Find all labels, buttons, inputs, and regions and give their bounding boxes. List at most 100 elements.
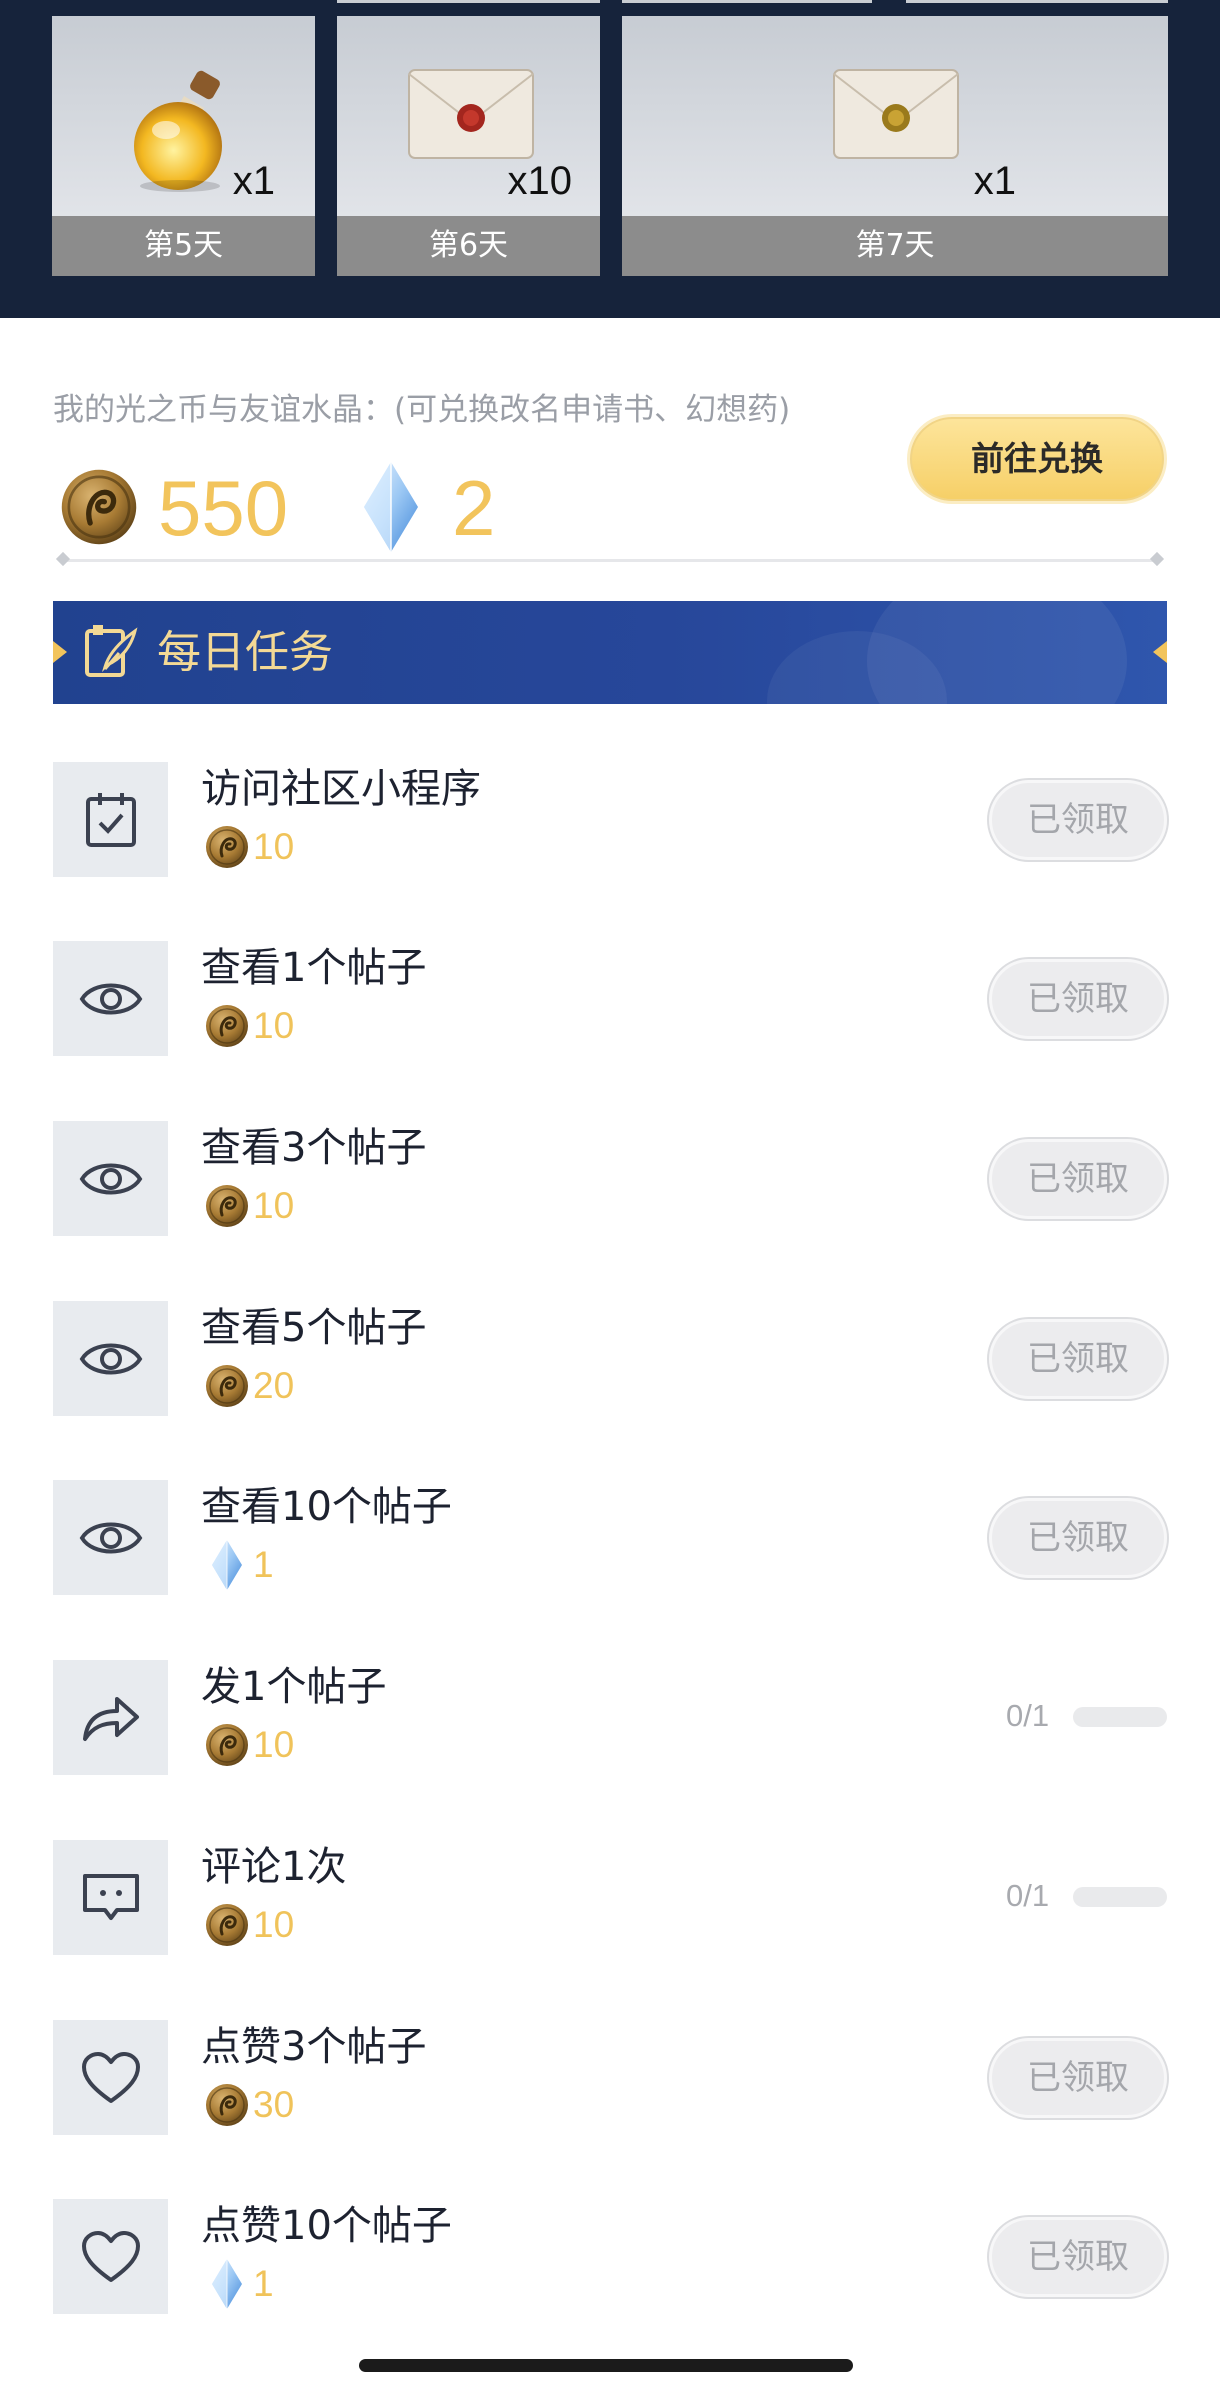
reward-card-day6[interactable]: x10 第6天	[337, 16, 600, 276]
coin-icon	[205, 1004, 249, 1048]
task-reward: 10	[205, 822, 294, 872]
task-name: 查看3个帖子	[201, 1125, 427, 1171]
task-reward: 10	[205, 1001, 294, 1051]
task-name: 点赞10个帖子	[201, 2203, 452, 2249]
reward-quantity: x1	[973, 159, 1016, 203]
eye-icon	[79, 983, 142, 1014]
reward-amount: 10	[253, 1005, 295, 1046]
reward-amount: 1	[253, 2263, 274, 2304]
reward-amount: 20	[253, 1365, 295, 1406]
heart-icon	[81, 2051, 140, 2103]
card-edge	[622, 0, 872, 3]
task-icon-box	[53, 2020, 168, 2135]
task-name: 评论1次	[201, 1844, 347, 1890]
daily-tasks-banner: 每日任务	[53, 601, 1167, 704]
red-seal-envelope-icon	[408, 69, 534, 159]
task-row: 查看10个帖子 1 已领取	[53, 1480, 1167, 1596]
currency-caption: 我的光之币与友谊水晶：(可兑换改名申请书、幻想药)	[53, 392, 791, 428]
reward-amount: 10	[253, 1724, 295, 1765]
coin-icon	[205, 1903, 249, 1947]
daily-tasks-title: 每日任务	[157, 627, 333, 678]
gold-seal-envelope-icon	[833, 69, 959, 159]
task-row: 查看3个帖子 10 已领取	[53, 1121, 1167, 1237]
task-icon-box	[53, 762, 168, 877]
task-name: 点赞3个帖子	[201, 2024, 427, 2070]
task-progress-text: 0/1	[1006, 1698, 1050, 1733]
task-icon-box	[53, 1301, 168, 1416]
task-reward: 20	[205, 1361, 294, 1411]
light-coin-icon	[60, 468, 138, 546]
claimed-button[interactable]: 已领取	[989, 780, 1167, 860]
claimed-button[interactable]: 已领取	[989, 1319, 1167, 1399]
crystal-balance: 2	[452, 464, 496, 552]
potion-bottle-icon	[134, 70, 222, 192]
task-reward: 30	[205, 2080, 294, 2130]
task-name: 查看5个帖子	[201, 1305, 427, 1351]
home-indicator[interactable]	[359, 2359, 853, 2372]
reward-quantity: x10	[507, 159, 573, 203]
claimed-button[interactable]: 已领取	[989, 2217, 1167, 2297]
reward-card-day7[interactable]: x1 第7天	[622, 16, 1168, 276]
friendship-crystal-icon	[362, 462, 420, 552]
coin-icon	[205, 825, 249, 869]
day-label: 第6天	[337, 216, 600, 276]
heart-icon	[81, 2230, 140, 2282]
calendar-check-icon	[85, 792, 136, 847]
task-row: 查看1个帖子 10 已领取	[53, 941, 1167, 1057]
task-name: 发1个帖子	[201, 1664, 387, 1710]
task-row: 查看5个帖子 20 已领取	[53, 1301, 1167, 1417]
day-label: 第5天	[52, 216, 315, 276]
day-label: 第7天	[622, 216, 1168, 276]
task-icon-box	[53, 2199, 168, 2314]
claimed-button[interactable]: 已领取	[989, 1139, 1167, 1219]
section-divider	[64, 559, 1156, 562]
coin-icon	[205, 1723, 249, 1767]
task-reward: 1	[205, 2259, 274, 2309]
eye-icon	[79, 1522, 142, 1553]
task-icon-box	[53, 1480, 168, 1595]
coin-icon	[205, 1364, 249, 1408]
coin-icon	[205, 2083, 249, 2127]
task-row: 点赞3个帖子 30 已领取	[53, 2020, 1167, 2136]
task-progress-bar	[1073, 1887, 1167, 1907]
login-rewards-strip: x1 第5天 x10 第6天 x1 第7天	[0, 0, 1220, 318]
claimed-button[interactable]: 已领取	[989, 2038, 1167, 2118]
reward-quantity: x1	[232, 159, 275, 203]
task-row: 评论1次 10 0/1	[53, 1840, 1167, 1956]
eye-icon	[79, 1343, 142, 1374]
reward-amount: 10	[253, 826, 295, 867]
comment-icon	[82, 1873, 139, 1920]
crystal-icon	[211, 2259, 243, 2309]
claimed-button[interactable]: 已领取	[989, 1498, 1167, 1578]
coin-balance: 550	[158, 464, 289, 552]
reward-amount: 30	[253, 2084, 295, 2125]
task-name: 查看1个帖子	[201, 945, 427, 991]
card-edge	[337, 0, 600, 3]
task-row: 发1个帖子 10 0/1	[53, 1660, 1167, 1776]
task-name: 访问社区小程序	[201, 766, 481, 812]
task-icon-box	[53, 1660, 168, 1775]
claimed-button[interactable]: 已领取	[989, 959, 1167, 1039]
go-exchange-button[interactable]: 前往兑换	[907, 414, 1167, 504]
task-reward: 10	[205, 1181, 294, 1231]
task-row: 访问社区小程序 10 已领取	[53, 762, 1167, 878]
task-row: 点赞10个帖子 1 已领取	[53, 2199, 1167, 2315]
task-icon-box	[53, 941, 168, 1056]
task-icon-box	[53, 1840, 168, 1955]
task-name: 查看10个帖子	[201, 1484, 452, 1530]
task-icon-box	[53, 1121, 168, 1236]
eye-icon	[79, 1163, 142, 1194]
task-reward: 1	[205, 1540, 274, 1590]
task-reward: 10	[205, 1900, 294, 1950]
task-reward: 10	[205, 1720, 294, 1770]
task-progress-text: 0/1	[1006, 1878, 1050, 1913]
task-progress-bar	[1073, 1707, 1167, 1727]
reward-amount: 1	[253, 1544, 274, 1585]
coin-icon	[205, 1184, 249, 1228]
card-edge	[906, 0, 1168, 3]
share-arrow-icon	[82, 1696, 139, 1741]
task-quill-icon	[85, 625, 138, 677]
crystal-icon	[211, 1540, 243, 1590]
reward-card-day5[interactable]: x1 第5天	[52, 16, 315, 276]
reward-amount: 10	[253, 1185, 295, 1226]
